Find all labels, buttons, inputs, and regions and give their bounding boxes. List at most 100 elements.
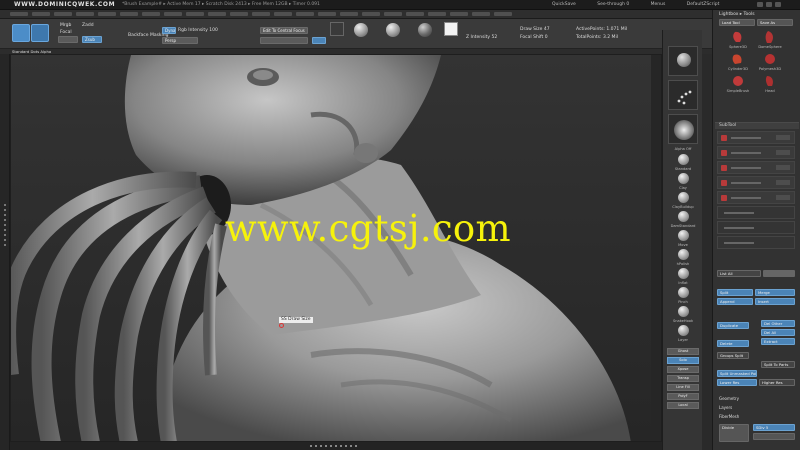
tool-thumb-sphere3d[interactable] — [727, 30, 749, 44]
subtool-slider[interactable] — [763, 270, 795, 277]
split-to-parts-button[interactable]: Split To Parts — [761, 361, 795, 368]
transp-button[interactable]: Transp — [667, 375, 699, 382]
menu-item-tool[interactable] — [428, 12, 446, 16]
bottom-tray[interactable] — [10, 442, 662, 450]
tool-thumb-cylinder3d[interactable] — [727, 52, 749, 66]
menu-item-picker[interactable] — [296, 12, 314, 16]
split-unmasked-button[interactable]: Split Unmasked Points — [717, 370, 757, 377]
minimize-icon[interactable] — [757, 2, 763, 7]
menu-item-marker[interactable] — [230, 12, 248, 16]
split-button[interactable]: Split — [717, 289, 753, 296]
ghost-button[interactable]: Ghost — [667, 348, 699, 355]
menu-item-material[interactable] — [252, 12, 270, 16]
menu-item-light[interactable] — [186, 12, 204, 16]
menu-item-file[interactable] — [142, 12, 160, 16]
menu-item-macro[interactable] — [208, 12, 226, 16]
merge-button[interactable]: Merge — [755, 289, 795, 296]
menu-item-zplugin[interactable] — [472, 12, 490, 16]
pinch-brush-icon[interactable] — [678, 287, 689, 298]
lower-res-button[interactable]: Lower Res — [717, 379, 757, 386]
save-as-button[interactable]: Save As — [757, 19, 793, 26]
subtool-visibility-icon[interactable] — [776, 180, 790, 185]
menu-item-texture[interactable] — [406, 12, 424, 16]
layers-section-header[interactable]: Layers — [719, 405, 732, 410]
subtool-row[interactable] — [717, 191, 795, 204]
rgb-intensity-slider[interactable]: Rgb Intensity 100 — [178, 28, 218, 33]
subtool-visibility-icon[interactable] — [776, 165, 790, 170]
edit-to-central-focus-button[interactable]: Edit To Central Focus — [260, 27, 308, 34]
document-canvas[interactable]: www.cgtsj.com SS Draw Size — [10, 54, 662, 442]
move-brush-icon[interactable] — [678, 230, 689, 241]
stroke-sphere-icon[interactable] — [386, 23, 400, 37]
focal-shift-slider[interactable]: Focal Shift 0 — [520, 35, 548, 40]
geometry-section-header[interactable]: Geometry — [719, 396, 739, 401]
draw-mode-button[interactable] — [31, 24, 49, 42]
append-button[interactable]: Append — [717, 298, 753, 305]
menu-item-preferences[interactable] — [318, 12, 336, 16]
del-other-button[interactable]: Del Other — [761, 320, 795, 327]
hpolish-brush-icon[interactable] — [678, 249, 689, 260]
damstandard-brush-icon[interactable] — [678, 211, 689, 222]
line-fill-button[interactable]: Line Fill — [667, 384, 699, 391]
subtool-section-header[interactable]: SubTool — [715, 122, 799, 129]
persp-toggle[interactable]: Persp — [162, 37, 198, 44]
stroke-thumbnail[interactable] — [668, 80, 698, 110]
subtool-visibility-icon[interactable] — [776, 135, 790, 140]
zsub-toggle[interactable]: Zsub — [82, 36, 102, 43]
see-through-slider[interactable]: See-through 0 — [597, 2, 629, 7]
menu-item-alpha[interactable] — [10, 12, 28, 16]
subtool-row[interactable] — [717, 236, 795, 249]
menu-item-edit[interactable] — [120, 12, 138, 16]
close-icon[interactable] — [775, 2, 781, 7]
tool-thumb-simplebrush[interactable] — [727, 74, 749, 88]
z-intensity-field[interactable] — [260, 37, 308, 44]
xpose-button[interactable]: Xpose — [667, 366, 699, 373]
maximize-icon[interactable] — [766, 2, 772, 7]
menu-item-draw[interactable] — [98, 12, 116, 16]
material-swatch[interactable] — [330, 22, 344, 36]
subtool-visibility-icon[interactable] — [776, 195, 790, 200]
mrgb-toggle[interactable]: Mrgb — [60, 23, 71, 28]
subtool-row[interactable] — [717, 131, 795, 144]
load-tool-button[interactable]: Load Tool — [719, 19, 755, 26]
menu-item-stroke[interactable] — [384, 12, 402, 16]
menu-item-transform[interactable] — [450, 12, 468, 16]
quicksave-button[interactable]: QuickSave — [552, 2, 576, 7]
material-sphere-icon[interactable] — [418, 23, 432, 37]
delete-button[interactable]: Delete — [717, 340, 749, 347]
solo-button[interactable]: Solo — [667, 357, 699, 364]
duplicate-button[interactable]: Duplicate — [717, 322, 749, 329]
color-swatch[interactable] — [444, 22, 458, 36]
del-all-button[interactable]: Del All — [761, 329, 795, 336]
groups-split-button[interactable]: Groups Split — [717, 352, 749, 359]
polyf-button[interactable]: PolyF — [667, 393, 699, 400]
subtool-row[interactable] — [717, 161, 795, 174]
default-zscript-button[interactable]: DefaultZScript — [687, 2, 720, 7]
layer-brush-icon[interactable] — [678, 325, 689, 336]
extract-button[interactable]: Extract — [761, 338, 795, 345]
list-all-button[interactable]: List All — [717, 270, 761, 277]
left-tray[interactable] — [0, 54, 10, 450]
smt-toggle[interactable] — [753, 433, 795, 440]
rgb-toggle[interactable] — [58, 36, 78, 43]
subtool-row[interactable] — [717, 146, 795, 159]
subtool-row[interactable] — [717, 206, 795, 219]
clay-brush-icon[interactable] — [678, 173, 689, 184]
menu-item-color[interactable] — [54, 12, 72, 16]
insert-button[interactable]: Insert — [755, 298, 795, 305]
menu-item-document[interactable] — [76, 12, 94, 16]
snakehook-brush-icon[interactable] — [678, 306, 689, 317]
z-intensity-slider[interactable]: Z Intensity 52 — [466, 35, 497, 40]
fibermesh-section-header[interactable]: FiberMesh — [719, 414, 739, 419]
subtool-row[interactable] — [717, 221, 795, 234]
current-alpha-thumbnail[interactable] — [668, 46, 698, 76]
subtool-row[interactable] — [717, 176, 795, 189]
dynamic-toggle[interactable]: Dynamic — [162, 27, 176, 34]
sdiv-slider[interactable]: SDiv 5 — [753, 424, 795, 431]
divide-button[interactable]: Divide — [719, 424, 749, 442]
focal-toggle[interactable]: Focal — [60, 30, 72, 35]
edit-mode-button[interactable] — [12, 24, 30, 42]
menu-item-brush[interactable] — [32, 12, 50, 16]
menu-item-stencil[interactable] — [362, 12, 380, 16]
menus-button[interactable]: Menus — [651, 2, 666, 7]
